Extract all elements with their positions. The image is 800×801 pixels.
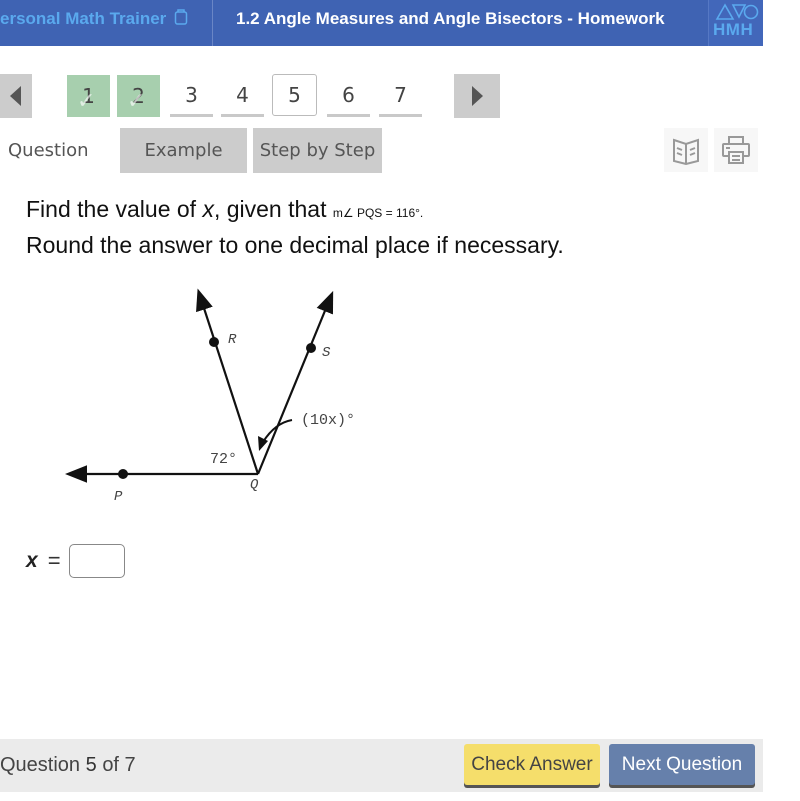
arrow-left-icon — [10, 86, 21, 106]
question-tab-7[interactable]: 7 — [379, 75, 422, 117]
app-name-label: ersonal Math Trainer — [0, 9, 167, 28]
answer-row: x = — [26, 544, 125, 578]
open-book-icon — [673, 138, 699, 165]
assignment-title: 1.2 Angle Measures and Angle Bisectors -… — [236, 9, 665, 28]
label-q: Q — [250, 477, 259, 493]
angle-diagram: P Q R S 72° (10x)° — [65, 288, 355, 505]
label-p: P — [114, 489, 123, 505]
question-number: 7 — [394, 82, 407, 107]
problem-statement: Find the value of x, given that m∠ PQS =… — [26, 193, 564, 261]
question-tab-4[interactable]: 4 — [221, 75, 264, 117]
question-word: Question — [0, 754, 81, 776]
question-counter: Question 5 of 7 — [0, 739, 136, 792]
problem-line-2: Round the answer to one decimal place if… — [26, 232, 564, 258]
total-questions: of 7 — [102, 754, 136, 776]
ebook-button[interactable] — [664, 128, 708, 172]
app-name[interactable]: ersonal Math Trainer — [0, 0, 212, 46]
answer-variable: x — [26, 549, 38, 572]
label-r: R — [228, 332, 237, 348]
question-tab-5[interactable]: 5 — [272, 74, 317, 116]
backpack-icon — [174, 2, 188, 40]
check-answer-button[interactable]: Check Answer — [464, 744, 600, 785]
tab-question[interactable]: Question — [0, 128, 118, 173]
prompt-variable: x — [202, 196, 214, 222]
point-r — [209, 337, 219, 347]
next-question-arrow-button[interactable] — [454, 74, 500, 118]
given-angle: m∠ PQS = 116°. — [332, 206, 424, 220]
question-tab-3[interactable]: 3 — [170, 75, 213, 117]
question-tab-2[interactable]: ✓ 2 — [117, 75, 160, 117]
next-question-button[interactable]: Next Question — [609, 744, 755, 785]
point-p — [118, 469, 128, 479]
checkmark-icon: ✓ — [127, 89, 146, 114]
footer-bar: Question 5 of 7 Check Answer Next Questi… — [0, 739, 763, 792]
angle-pqr-label: 72° — [210, 451, 237, 468]
question-number: 5 — [288, 83, 301, 107]
prompt-text: , given that — [213, 196, 333, 222]
header-divider — [212, 0, 213, 46]
angle-rqs-label: (10x)° — [301, 412, 355, 429]
checkmark-icon: ✓ — [77, 89, 96, 114]
question-number: 3 — [185, 82, 198, 107]
shapes-logo-icon — [715, 3, 759, 20]
point-s — [306, 343, 316, 353]
question-tab-6[interactable]: 6 — [327, 75, 370, 117]
current-question-number: 5 — [85, 754, 97, 776]
arrow-right-icon — [472, 86, 483, 106]
print-button[interactable] — [714, 128, 758, 172]
equals-sign: = — [47, 548, 61, 573]
printer-icon — [722, 136, 750, 164]
ray-qr — [196, 288, 260, 475]
hmh-logo-text: HMH — [713, 20, 754, 39]
header-bar: ersonal Math Trainer 1.2 Angle Measures … — [0, 0, 763, 46]
hmh-logo: HMH — [708, 0, 763, 46]
question-number: 4 — [236, 82, 249, 107]
question-tab-1[interactable]: ✓ 1 — [67, 75, 110, 117]
problem-line-1: Find the value of x, given that m∠ PQS =… — [26, 193, 564, 229]
ray-qs — [256, 290, 334, 475]
question-number: 6 — [342, 82, 355, 107]
answer-input[interactable] — [68, 544, 125, 578]
previous-question-button[interactable] — [0, 74, 32, 118]
label-s: S — [322, 345, 331, 361]
tab-example[interactable]: Example — [120, 128, 247, 173]
angle-arc-arrow — [262, 419, 293, 443]
prompt-text: Find the value of — [26, 196, 203, 222]
tab-step-by-step[interactable]: Step by Step — [253, 128, 382, 173]
